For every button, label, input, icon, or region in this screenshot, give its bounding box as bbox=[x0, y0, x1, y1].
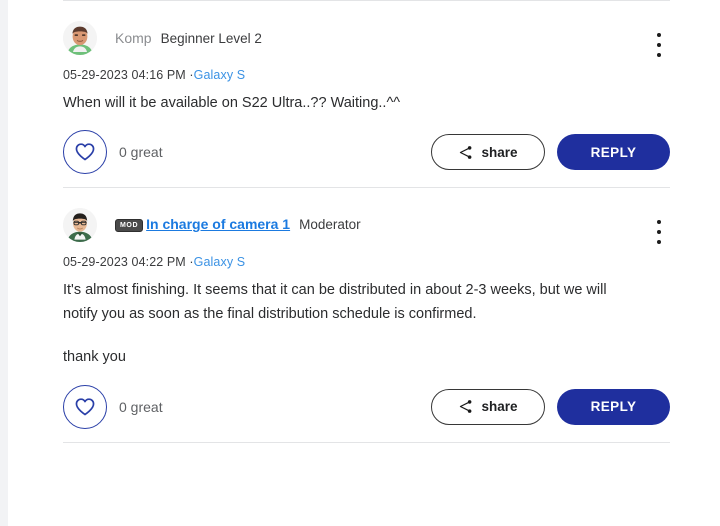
like-button[interactable] bbox=[63, 130, 107, 175]
like-group: 0 great bbox=[63, 130, 163, 175]
like-button[interactable] bbox=[63, 384, 107, 429]
post-body: When will it be available on S22 Ultra..… bbox=[63, 92, 621, 115]
like-count: 0 great bbox=[119, 144, 163, 161]
post-paragraph: When will it be available on S22 Ultra..… bbox=[63, 95, 401, 111]
username-with-badge: MOD In charge of camera 1 bbox=[115, 216, 290, 234]
post-paragraph: thank you bbox=[63, 349, 126, 366]
username[interactable]: In charge of camera 1 bbox=[146, 216, 290, 232]
kebab-dot bbox=[657, 53, 661, 57]
share-button[interactable]: share bbox=[431, 388, 545, 425]
avatar[interactable] bbox=[63, 21, 97, 55]
share-label: share bbox=[481, 144, 518, 160]
right-actions: share REPLY bbox=[431, 134, 670, 171]
post-thread: Komp Beginner Level 2 05-29-2023 04:16 P… bbox=[0, 0, 720, 443]
post-item: Komp Beginner Level 2 05-29-2023 04:16 P… bbox=[0, 1, 720, 187]
board-link[interactable]: Galaxy S bbox=[194, 255, 246, 269]
share-icon bbox=[460, 400, 472, 414]
post-body: It's almost finishing. It seems that it … bbox=[63, 279, 621, 369]
post-actions: 0 great share REPLY bbox=[63, 130, 670, 175]
username[interactable]: Komp bbox=[115, 30, 152, 46]
reply-button[interactable]: REPLY bbox=[557, 388, 670, 425]
post-item: MOD In charge of camera 1 Moderator 05-29… bbox=[0, 188, 720, 441]
kebab-menu-icon[interactable] bbox=[650, 218, 668, 246]
board-link[interactable]: Galaxy S bbox=[194, 68, 246, 82]
right-actions: share REPLY bbox=[431, 388, 670, 425]
post-header: Komp Beginner Level 2 bbox=[63, 19, 670, 57]
like-group: 0 great bbox=[63, 384, 163, 429]
kebab-menu-icon[interactable] bbox=[650, 31, 668, 59]
user-rank: Beginner Level 2 bbox=[160, 31, 262, 46]
share-icon bbox=[460, 146, 472, 159]
post-timestamp: 05-29-2023 04:16 PM bbox=[63, 68, 186, 82]
kebab-dot bbox=[657, 220, 661, 225]
like-count: 0 great bbox=[119, 398, 163, 415]
post-paragraph: It's almost finishing. It seems that it … bbox=[63, 282, 607, 322]
post-header: MOD In charge of camera 1 Moderator bbox=[63, 206, 670, 244]
user-meta: Komp Beginner Level 2 bbox=[115, 30, 262, 46]
user-rank: Moderator bbox=[299, 217, 361, 233]
share-label: share bbox=[481, 399, 518, 415]
avatar[interactable] bbox=[63, 208, 97, 243]
kebab-dot bbox=[657, 33, 661, 37]
share-button[interactable]: share bbox=[431, 134, 545, 171]
post-timestamp-row: 05-29-2023 04:16 PM ·Galaxy S bbox=[63, 68, 670, 82]
post-timestamp-row: 05-29-2023 04:22 PM ·Galaxy S bbox=[63, 255, 670, 269]
kebab-dot bbox=[657, 230, 661, 235]
divider-bottom bbox=[63, 441, 670, 443]
post-actions: 0 great share REPLY bbox=[63, 384, 670, 429]
heart-icon bbox=[75, 398, 95, 416]
kebab-dot bbox=[657, 240, 661, 245]
moderator-badge: MOD bbox=[115, 219, 144, 233]
user-meta: MOD In charge of camera 1 Moderator bbox=[115, 216, 361, 234]
kebab-dot bbox=[657, 43, 661, 47]
heart-icon bbox=[75, 143, 95, 161]
reply-button[interactable]: REPLY bbox=[557, 134, 670, 171]
post-timestamp: 05-29-2023 04:22 PM bbox=[63, 255, 186, 270]
